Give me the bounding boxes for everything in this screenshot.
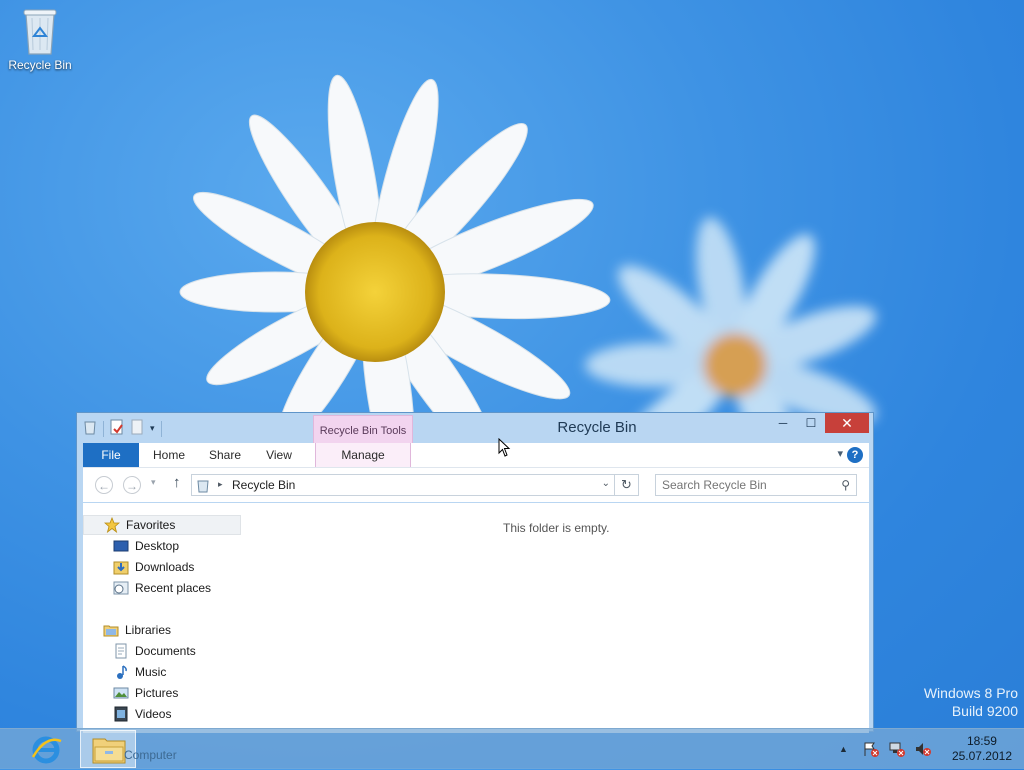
maximize-icon: ☐ [805,416,817,430]
back-arrow-icon: ← [98,479,110,493]
back-button[interactable]: ← [95,476,113,494]
recent-places-icon [113,580,129,596]
forward-button[interactable]: → [123,476,141,494]
customize-qat-icon[interactable]: ▾ [150,423,155,434]
qat-separator-2 [160,420,162,437]
show-hidden-icons-icon[interactable]: ▲ [839,744,848,754]
nav-videos[interactable]: Videos [113,704,171,724]
music-icon [113,664,129,680]
caption-buttons: ─ ☐ ✕ [769,413,869,433]
nav-music-label: Music [135,665,167,679]
taskbar-explorer-label: Computer [124,748,177,762]
mouse-cursor-icon [498,438,511,457]
nav-pictures-label: Pictures [135,686,179,700]
libraries-icon [103,622,119,638]
refresh-button[interactable]: ↻ [615,474,639,496]
downloads-icon [113,559,129,575]
clock-date: 25.07.2012 [951,749,1012,763]
pictures-icon [113,685,129,701]
address-bar-row: ← → ▾ ↑ ▸ Recycle Bin ⌄ ↻ ⚲ [83,468,869,502]
nav-favorites-label: Favorites [126,518,176,532]
title-bar[interactable]: ▾ Recycle Bin Tools Recycle Bin ─ ☐ ✕ [77,413,873,445]
refresh-icon: ↻ [621,477,632,492]
watermark-edition: Windows 8 Pro [923,685,1018,701]
expand-ribbon-icon[interactable]: ▾ [837,447,843,460]
network-disconnected-icon[interactable] [888,741,906,757]
search-icon[interactable]: ⚲ [841,478,850,492]
nav-libraries[interactable]: Libraries [103,620,171,640]
nav-pictures[interactable]: Pictures [113,683,178,703]
nav-downloads-label: Downloads [135,560,195,574]
search-box[interactable]: ⚲ [655,474,857,496]
tab-view[interactable]: View [253,443,305,467]
quick-access-toolbar: ▾ [83,419,162,438]
new-folder-icon[interactable] [130,419,144,438]
maximize-button[interactable]: ☐ [797,413,825,433]
content-area: Favorites Desktop Downloads Recent place… [83,503,869,733]
nav-libraries-label: Libraries [125,623,172,637]
taskbar: Computer ▲ 18:59 25.07.2012 [0,728,1024,769]
empty-folder-message: This folder is empty. [503,521,610,535]
address-field[interactable]: ▸ Recycle Bin ⌄ [191,474,615,496]
nav-videos-label: Videos [135,707,172,721]
clock[interactable]: 18:59 25.07.2012 [952,734,1012,764]
close-button[interactable]: ✕ [825,413,869,433]
recycle-bin-icon [23,9,57,55]
internet-explorer-taskbar-button[interactable] [28,733,64,765]
nav-desktop-label: Desktop [135,539,180,553]
nav-documents[interactable]: Documents [113,641,196,661]
navigation-pane: Favorites Desktop Downloads Recent place… [83,503,243,733]
explorer-window: ▾ Recycle Bin Tools Recycle Bin ─ ☐ ✕ Fi… [76,412,874,733]
recycle-bin-small-icon[interactable] [83,419,97,438]
tab-share[interactable]: Share [199,443,251,467]
minimize-button[interactable]: ─ [769,413,797,433]
volume-muted-icon[interactable] [914,741,932,757]
recycle-bin-address-icon [197,479,209,496]
desktop-icon [113,538,129,554]
search-input[interactable] [656,475,838,495]
properties-icon[interactable] [110,419,124,438]
breadcrumb[interactable]: Recycle Bin [232,478,295,492]
nav-documents-label: Documents [135,644,196,658]
action-center-flag-icon[interactable] [862,741,880,757]
ribbon-tabs: File Home Share View Manage ▾ ? [83,443,869,468]
recycle-bin-tools-context-tab: Recycle Bin Tools [313,415,413,445]
documents-icon [113,643,129,659]
help-icon[interactable]: ? [847,447,863,463]
watermark-build: Build 9200 [951,703,1018,719]
nav-recent-places[interactable]: Recent places [113,578,211,598]
os-watermark: Windows 8 Pro Build 9200 [924,684,1018,720]
tab-manage[interactable]: Manage [315,443,411,467]
recycle-bin-desktop-label: Recycle Bin [8,58,72,72]
nav-desktop[interactable]: Desktop [113,536,179,556]
tab-home[interactable]: Home [143,443,195,467]
internet-explorer-icon [31,736,62,764]
system-tray: ▲ 18:59 25.07.2012 [839,729,1024,769]
up-arrow-icon[interactable]: ↑ [173,474,181,491]
breadcrumb-chevron-icon[interactable]: ▸ [218,479,223,490]
clock-time: 18:59 [966,734,997,748]
qat-separator [103,420,104,437]
forward-arrow-icon: → [126,479,138,493]
nav-recent-places-label: Recent places [135,581,212,595]
recycle-bin-desktop-icon[interactable]: Recycle Bin [6,6,74,72]
videos-icon [113,706,129,722]
address-dropdown-icon[interactable]: ⌄ [602,478,610,489]
minimize-icon: ─ [778,416,788,430]
recent-locations-dropdown-icon[interactable]: ▾ [151,477,156,488]
nav-music[interactable]: Music [113,662,166,682]
star-icon [103,516,121,534]
tab-file[interactable]: File [83,443,139,467]
close-icon: ✕ [841,414,853,431]
nav-downloads[interactable]: Downloads [113,557,194,577]
nav-favorites[interactable]: Favorites [83,515,241,535]
window-title: Recycle Bin [557,419,637,436]
